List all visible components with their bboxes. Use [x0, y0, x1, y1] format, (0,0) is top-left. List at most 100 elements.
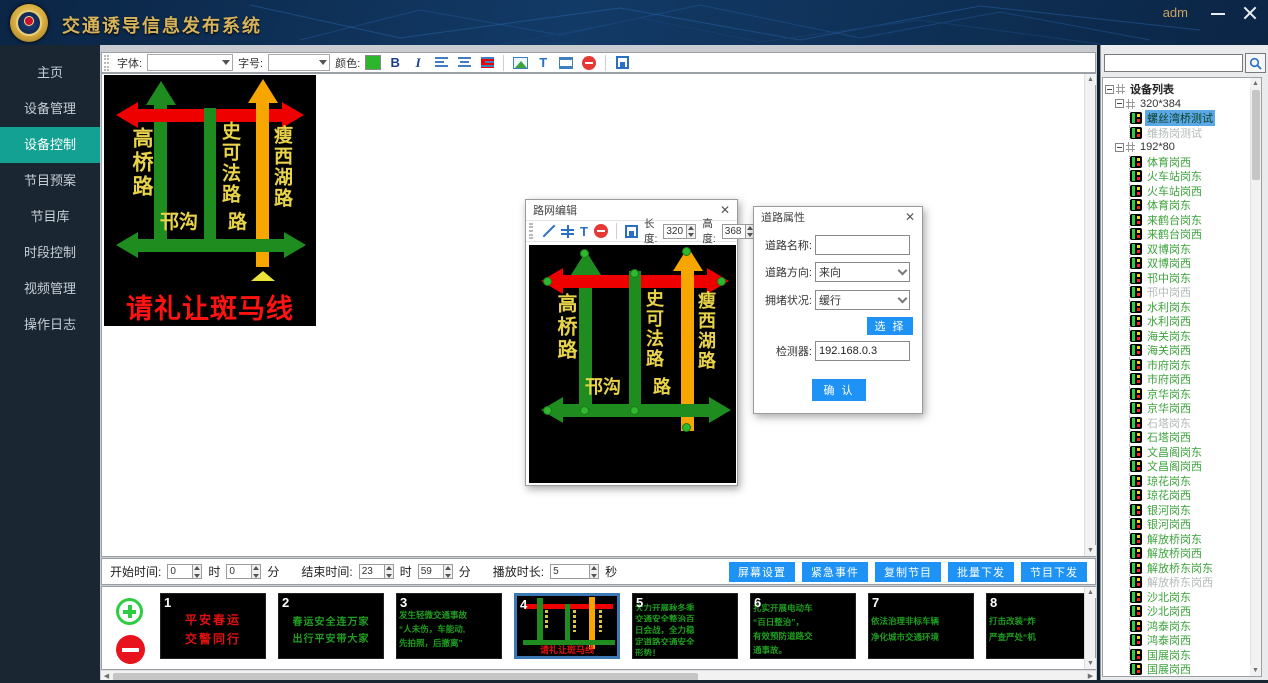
device-item[interactable]: 解放桥岗西	[1129, 546, 1251, 561]
align-center-icon[interactable]	[455, 54, 473, 71]
toolbar-grip[interactable]	[104, 55, 109, 71]
device-item[interactable]: 火车站岗东	[1129, 169, 1251, 184]
thumbnail-8[interactable]: 8打击改装“炸严查严处“机	[986, 593, 1085, 659]
sidebar-item-7[interactable]: 视频管理	[0, 271, 100, 307]
save-icon[interactable]	[613, 54, 631, 71]
sidebar-item-1[interactable]: 主页	[0, 55, 100, 91]
action-button-4[interactable]: 批量下发	[948, 562, 1014, 582]
device-item[interactable]: 水利岗东	[1129, 300, 1251, 315]
color-swatch[interactable]	[365, 55, 381, 70]
device-item[interactable]: 文昌阁岗东	[1129, 445, 1251, 460]
edit-handle[interactable]	[543, 277, 552, 286]
device-item[interactable]: 水利岗西	[1129, 314, 1251, 329]
action-button-3[interactable]: 复制节目	[875, 562, 941, 582]
device-item[interactable]: 银河岗东	[1129, 503, 1251, 518]
node-icon[interactable]	[561, 223, 574, 240]
screen-fit-icon[interactable]	[557, 54, 575, 71]
tree-scrollbar[interactable]: ▲ ▼	[1250, 78, 1261, 676]
sign-preview[interactable]: 高桥路 史可法路 瘦西湖路 邗沟 路 请礼让斑马线	[104, 75, 316, 326]
device-item[interactable]: 火车站岗西	[1129, 184, 1251, 199]
action-button-5[interactable]: 节目下发	[1021, 562, 1087, 582]
device-item[interactable]: 解放桥岗东	[1129, 532, 1251, 547]
device-search-input[interactable]	[1104, 54, 1243, 72]
device-item[interactable]: 石塔岗东	[1129, 416, 1251, 431]
roadnet-canvas[interactable]: 高桥路 史可法路 瘦西湖路 邗沟 路	[529, 245, 736, 483]
action-button-1[interactable]: 屏幕设置	[729, 562, 795, 582]
thumbnail-1[interactable]: 1平安春运交警同行	[160, 593, 266, 659]
sidebar-item-8[interactable]: 操作日志	[0, 307, 100, 343]
start-hour-spinner[interactable]	[167, 564, 202, 579]
device-item[interactable]: 邗中岗东	[1129, 271, 1251, 286]
device-item[interactable]: 鸿泰岗西	[1129, 633, 1251, 648]
device-item[interactable]: 琼花岗东	[1129, 474, 1251, 489]
tree-root[interactable]: 设备列表	[1105, 82, 1251, 97]
edit-handle[interactable]	[630, 269, 639, 278]
edit-handle[interactable]	[717, 277, 726, 286]
collapse-icon[interactable]	[1105, 85, 1114, 94]
sidebar-item-5[interactable]: 节目库	[0, 199, 100, 235]
sidebar-item-3[interactable]: 设备控制	[0, 127, 100, 163]
device-item[interactable]: 国展岗东	[1129, 648, 1251, 663]
device-item[interactable]: 体育岗西	[1129, 155, 1251, 170]
detector-input[interactable]	[815, 341, 910, 361]
align-right-icon[interactable]	[478, 54, 496, 71]
bold-button[interactable]: B	[386, 54, 404, 71]
scroll-up-icon[interactable]: ▲	[1085, 74, 1096, 85]
confirm-button[interactable]: 确 认	[812, 379, 866, 401]
height-spinner[interactable]	[722, 224, 755, 239]
duration-spinner[interactable]	[550, 564, 599, 579]
canvas-vertical-scrollbar[interactable]: ▲ ▼	[1084, 74, 1095, 556]
thumbnail-6[interactable]: 6扎实开展电动车“百日整治”，有效预防道路交通事故。	[750, 593, 856, 659]
device-item[interactable]: 海关岗东	[1129, 329, 1251, 344]
sidebar-item-4[interactable]: 节目预案	[0, 163, 100, 199]
device-item[interactable]: 鸿泰岗东	[1129, 619, 1251, 634]
roadnet-save-icon[interactable]	[625, 223, 638, 240]
edit-canvas[interactable]: 高桥路 史可法路 瘦西湖路 邗沟 路 请礼让斑马线 路网编辑 ✕ T 长度:	[101, 73, 1096, 557]
device-item[interactable]: 京华岗东	[1129, 387, 1251, 402]
device-item[interactable]: 双博岗西	[1129, 256, 1251, 271]
tree-scroll-up-icon[interactable]: ▲	[1250, 78, 1261, 89]
sidebar-item-2[interactable]: 设备管理	[0, 91, 100, 127]
tree-group-192*80[interactable]: 192*80	[1115, 140, 1251, 155]
italic-button[interactable]: I	[409, 54, 427, 71]
edit-handle[interactable]	[682, 247, 691, 256]
device-item[interactable]: 文昌阁岗西	[1129, 459, 1251, 474]
thumbnail-4[interactable]: 4请礼让斑马线	[514, 593, 620, 659]
road-name-input[interactable]	[815, 235, 910, 255]
thumbnail-7[interactable]: 7依法治理非标车辆净化城市交通环境	[868, 593, 974, 659]
device-item[interactable]: 解放桥东岗西	[1129, 575, 1251, 590]
device-item[interactable]: 国展岗西	[1129, 662, 1251, 677]
insert-text-icon[interactable]: T	[534, 54, 552, 71]
font-size-select[interactable]	[268, 54, 330, 71]
device-item[interactable]: 石塔岗西	[1129, 430, 1251, 445]
device-item[interactable]: 螺丝湾桥测试	[1129, 111, 1251, 126]
collapse-icon[interactable]	[1115, 99, 1124, 108]
delete-icon[interactable]	[580, 54, 598, 71]
length-spinner[interactable]	[663, 224, 696, 239]
device-item[interactable]: 银河岗西	[1129, 517, 1251, 532]
frames-vertical-scrollbar[interactable]: ▲ ▼	[1084, 587, 1095, 669]
font-select[interactable]	[147, 54, 233, 71]
draw-line-icon[interactable]	[542, 223, 555, 240]
device-item[interactable]: 市府岗西	[1129, 372, 1251, 387]
insert-image-icon[interactable]	[511, 54, 529, 71]
edit-handle[interactable]	[580, 406, 589, 415]
thumbnail-2[interactable]: 2春运安全连万家出行平安带大家	[278, 593, 384, 659]
align-left-icon[interactable]	[432, 54, 450, 71]
search-button[interactable]	[1245, 53, 1266, 73]
device-item[interactable]: 琼花岗西	[1129, 488, 1251, 503]
congestion-select[interactable]: 缓行	[815, 290, 910, 310]
device-item[interactable]: 来鹤台岗东	[1129, 213, 1251, 228]
start-minute-spinner[interactable]	[226, 564, 261, 579]
minimize-icon[interactable]	[1208, 4, 1228, 22]
road-direction-select[interactable]: 来向	[815, 262, 910, 282]
end-minute-spinner[interactable]	[418, 564, 453, 579]
tree-scroll-down-icon[interactable]: ▼	[1250, 665, 1261, 676]
thumbnail-3[interactable]: 3发生轻微交通事故“人未伤，车能动,先拍照，后撤离”	[396, 593, 502, 659]
add-frame-button[interactable]	[116, 598, 143, 625]
roadnet-text-icon[interactable]: T	[580, 223, 588, 240]
edit-handle[interactable]	[543, 406, 552, 415]
roadnet-toolbar-grip[interactable]	[529, 223, 533, 239]
edit-handle[interactable]	[630, 406, 639, 415]
edit-handle[interactable]	[682, 423, 691, 432]
